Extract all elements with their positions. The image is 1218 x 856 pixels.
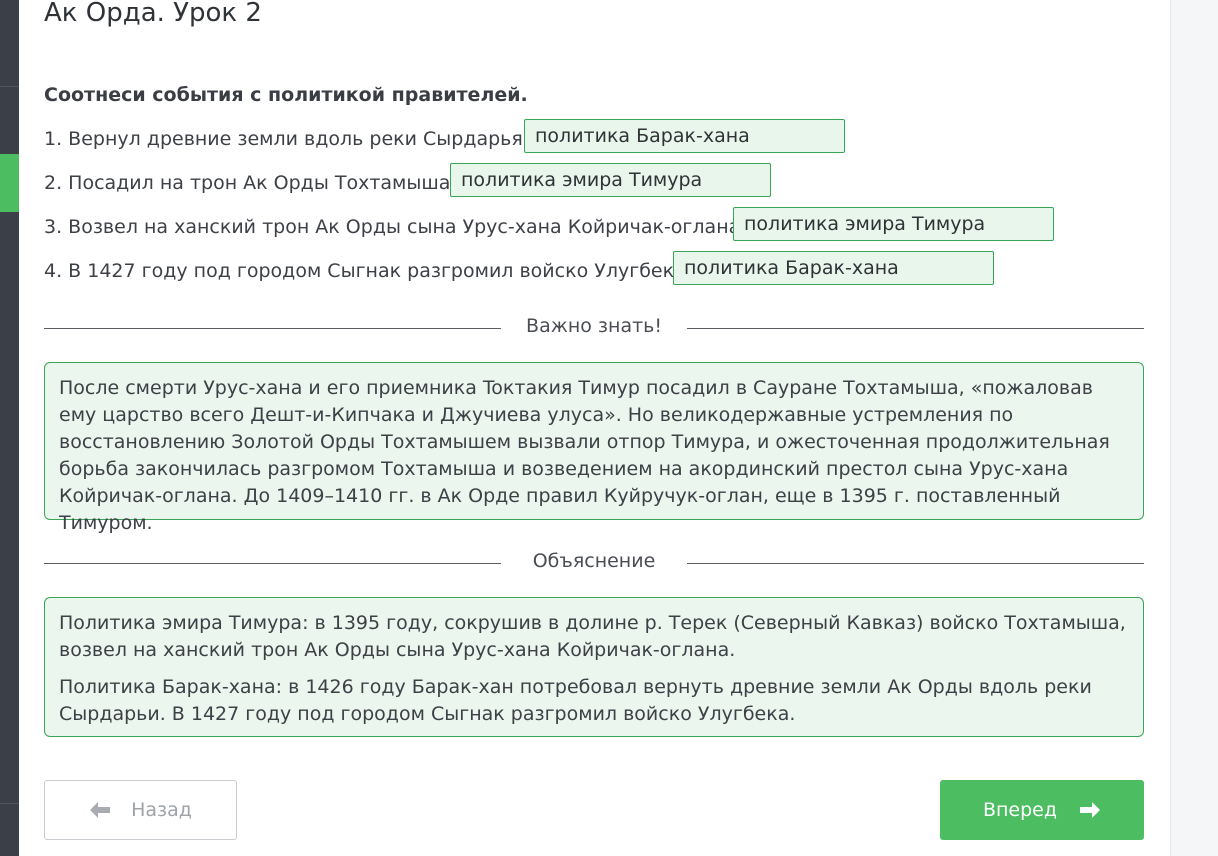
sidebar-active-indicator bbox=[0, 154, 19, 212]
arrow-right-icon bbox=[1079, 801, 1101, 819]
match-answer[interactable]: политика эмира Тимура bbox=[733, 207, 1054, 241]
important-divider: Важно знать! bbox=[44, 313, 1144, 343]
important-text: После смерти Урус-хана и его приемника T… bbox=[59, 377, 1110, 534]
match-answer[interactable]: политика Барак-хана bbox=[524, 119, 845, 153]
next-button[interactable]: Вперед bbox=[940, 780, 1144, 840]
match-question: 1. Вернул древние земли вдоль реки Сырда… bbox=[44, 128, 529, 150]
match-row: 1. Вернул древние земли вдоль реки Сырда… bbox=[44, 122, 529, 156]
match-row: 3. Возвел на ханский трон Ак Орды сына У… bbox=[44, 210, 746, 244]
explanation-paragraph: Политика эмира Тимура: в 1395 году, сокр… bbox=[59, 612, 1126, 661]
back-button[interactable]: Назад bbox=[44, 780, 237, 840]
match-answer[interactable]: политика эмира Тимура bbox=[450, 163, 771, 197]
match-row: 4. В 1427 году под городом Сыгнак разгро… bbox=[44, 254, 692, 288]
important-box: После смерти Урус-хана и его приемника T… bbox=[44, 362, 1144, 534]
explanation-box: Политика эмира Тимура: в 1395 году, сокр… bbox=[44, 597, 1144, 737]
next-button-label: Вперед bbox=[982, 799, 1058, 821]
explanation-divider: Объяснение bbox=[44, 548, 1144, 578]
match-question: 4. В 1427 году под городом Сыгнак разгро… bbox=[44, 260, 692, 282]
page-title: Ак Орда. Урок 2 bbox=[44, 0, 262, 28]
match-question: 3. Возвел на ханский трон Ак Орды сына У… bbox=[44, 216, 747, 238]
explanation-heading: Объяснение bbox=[532, 550, 656, 572]
arrow-left-icon bbox=[89, 801, 111, 819]
task-instruction: Соотнеси события с политикой правителей. bbox=[44, 84, 528, 106]
sidebar-divider bbox=[0, 86, 19, 87]
match-question: 2. Посадил на трон Ак Орды Тохтамыша. bbox=[44, 172, 457, 194]
sidebar-divider bbox=[0, 803, 19, 804]
match-answer[interactable]: политика Барак-хана bbox=[673, 251, 994, 285]
back-button-label: Назад bbox=[131, 799, 192, 821]
explanation-paragraph: Политика Барак-хана: в 1426 году Барак-х… bbox=[59, 676, 1092, 725]
important-heading: Важно знать! bbox=[526, 315, 662, 337]
right-strip bbox=[1170, 0, 1218, 856]
left-sidebar bbox=[0, 0, 19, 856]
match-row: 2. Посадил на трон Ак Орды Тохтамыша. bbox=[44, 166, 456, 200]
